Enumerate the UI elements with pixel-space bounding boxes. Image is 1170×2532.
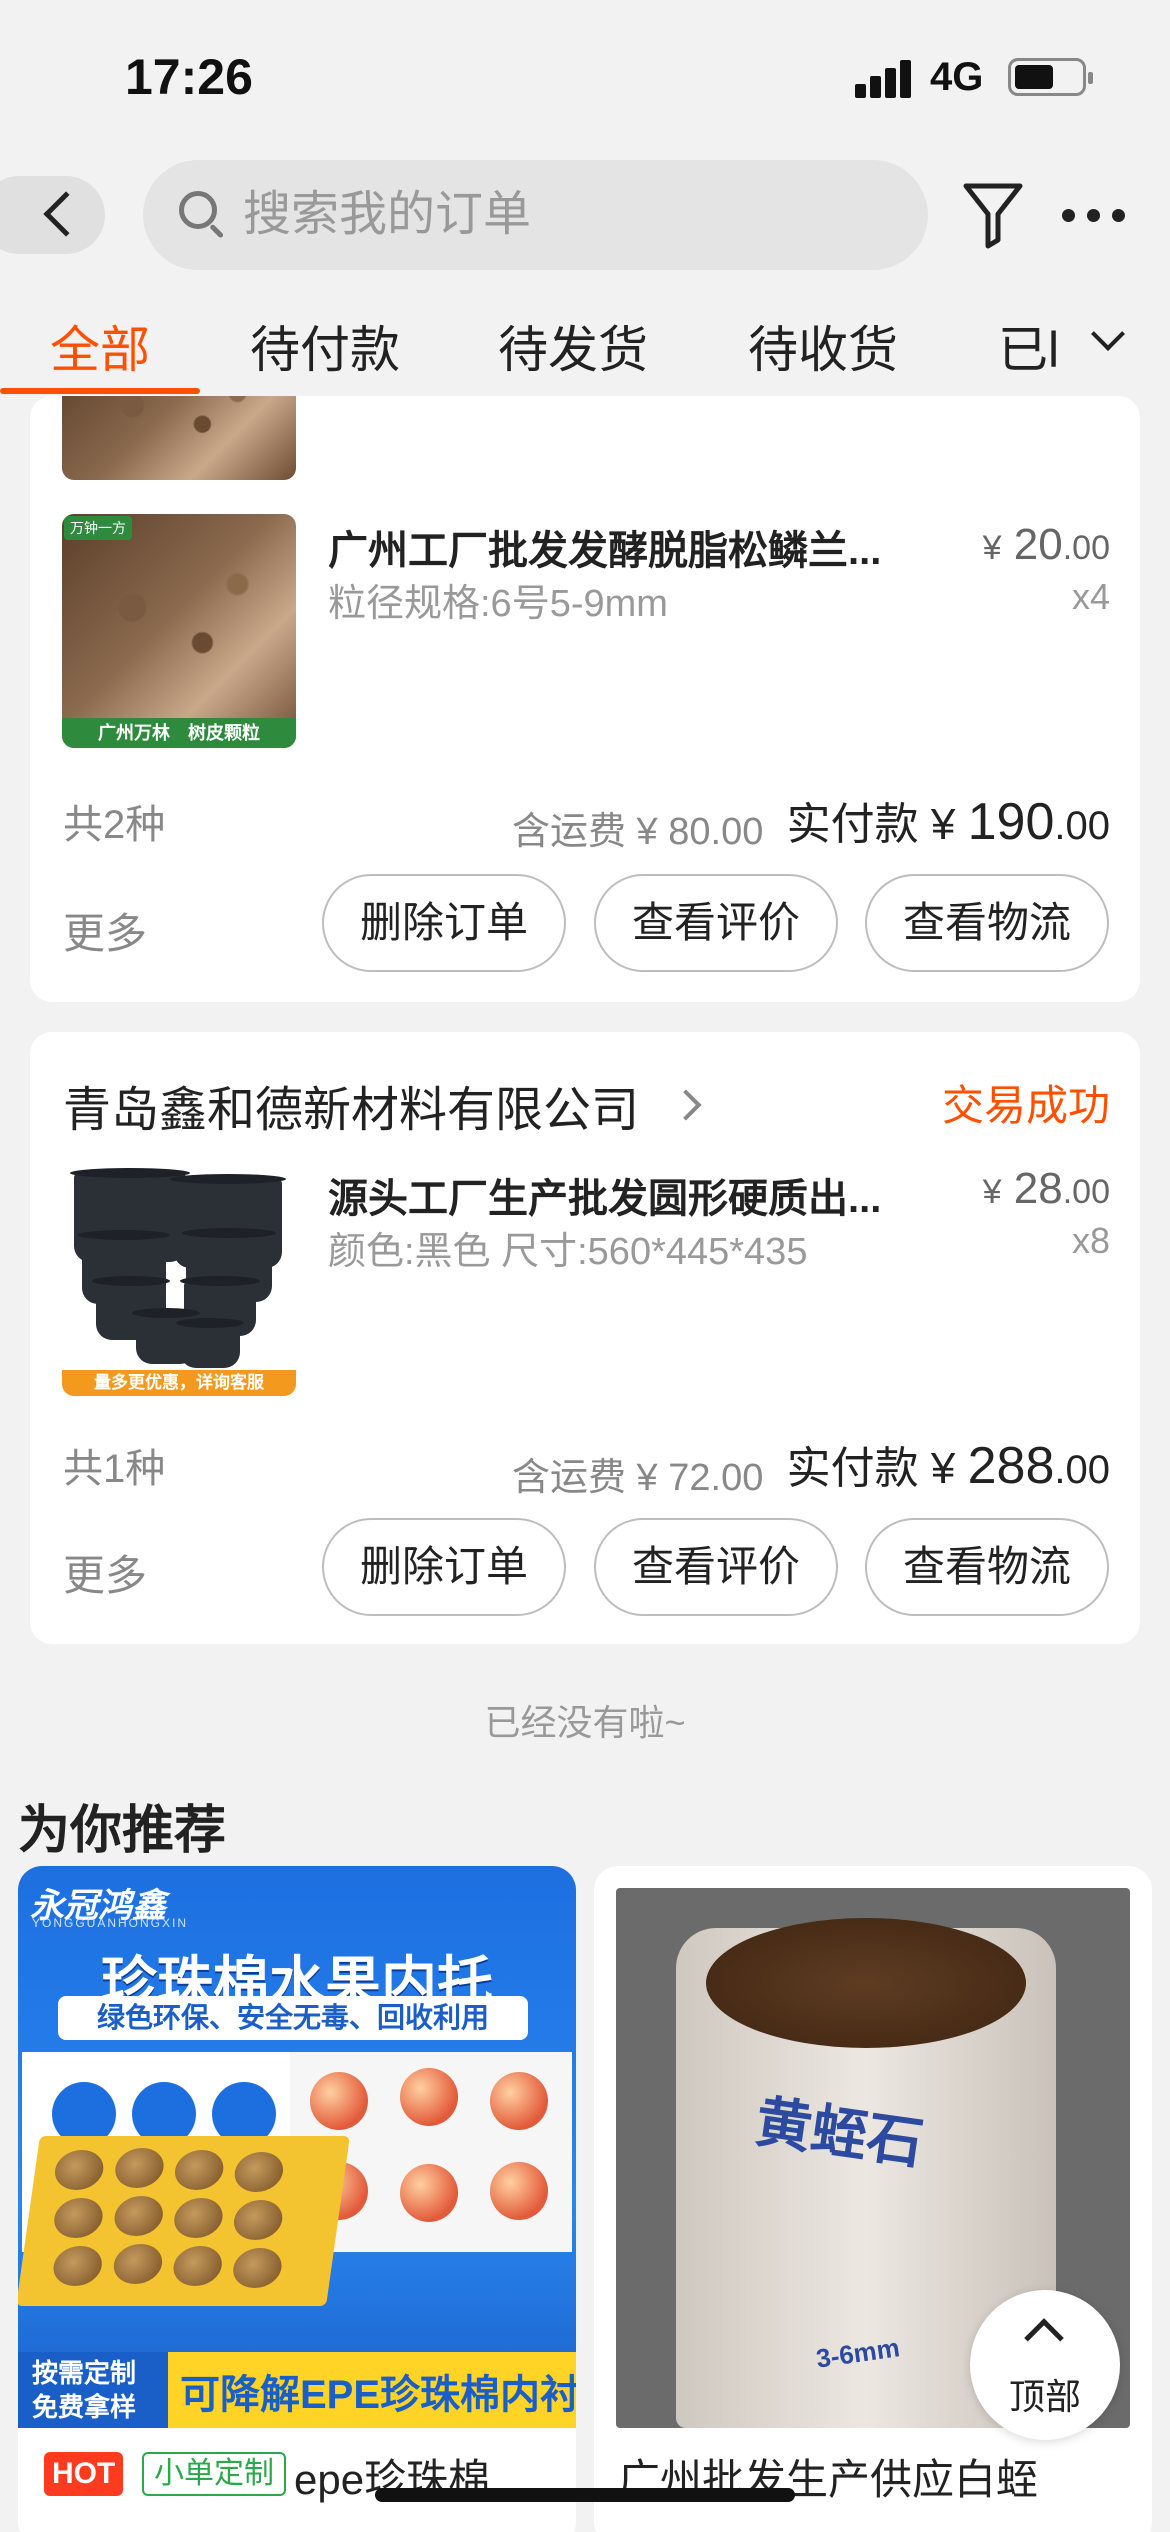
more-link[interactable]: 更多 [63,900,147,961]
view-logistics-button[interactable]: 查看物流 [865,1518,1109,1616]
tab-indicator [0,388,200,394]
tab-pending-shipment[interactable]: 待发货 [498,310,648,382]
search-input[interactable] [243,184,883,244]
delete-order-button[interactable]: 删除订单 [322,874,566,972]
paid-amount: 实付款 ¥ 288.00 [786,1437,1110,1495]
product-price: ¥ 28.00 [982,1164,1110,1213]
chevron-up-icon [1024,2318,1064,2358]
product-image[interactable]: 量多更优惠，详询客服 [62,1162,296,1396]
product-quantity: x4 [1071,576,1110,617]
home-indicator[interactable] [375,2488,795,2502]
product-image[interactable]: 万钟一方 广州万林 树皮颗粒 [62,514,296,748]
tab-pending-payment[interactable]: 待付款 [250,310,400,382]
search-bar[interactable] [143,160,928,270]
more-link[interactable]: 更多 [63,1542,147,1603]
status-time: 17:26 [125,49,253,105]
signal-icon [855,58,915,98]
custom-badge: 小单定制 [142,2452,286,2496]
paid-amount: 实付款 ¥ 190.00 [786,793,1110,851]
product-spec: 粒径规格:6号5-9mm [328,583,668,625]
product-title[interactable]: 广州工厂批发发酵脱脂松鳞兰... [328,518,908,576]
view-review-button[interactable]: 查看评价 [594,1518,838,1616]
order-tabs: 全部 待付款 待发货 待收货 已l [0,300,1170,396]
recommend-title: 为你推荐 [18,1802,227,1860]
product-quantity: x8 [1071,1220,1110,1261]
view-logistics-button[interactable]: 查看物流 [865,874,1109,972]
delete-order-button[interactable]: 删除订单 [322,1518,566,1616]
order-card: 青岛鑫和德新材料有限公司 交易成功 量多更优惠，详询客服 源头工厂生产批发圆形硬… [30,1032,1140,1644]
end-of-list-text: 已经没有啦~ [484,1702,686,1743]
back-button[interactable] [0,176,105,254]
product-image[interactable] [62,396,296,480]
shipping-fee: 含运费 ¥ 72.00 [512,1457,764,1499]
shipping-fee: 含运费 ¥ 80.00 [512,811,764,853]
view-review-button[interactable]: 查看评价 [594,874,838,972]
order-card: 万钟一方 广州万林 树皮颗粒 广州工厂批发发酵脱脂松鳞兰... 粒径规格:6号5… [30,396,1140,1002]
item-kinds-count: 共2种 [63,803,166,847]
product-price: ¥ 20.00 [982,520,1110,569]
more-options-icon[interactable] [1062,205,1128,225]
tab-all[interactable]: 全部 [50,310,150,382]
recommend-card[interactable]: 永冠鸿鑫 YONGGUANHONGXIN 珍珠棉水果内托 绿色环保、安全无毒、回… [18,1866,576,2532]
chevron-left-icon [43,191,89,237]
tab-pending-receipt[interactable]: 待收货 [748,310,898,382]
battery-icon [1008,58,1093,96]
network-type: 4G [930,55,984,99]
shop-name[interactable]: 青岛鑫和德新材料有限公司 [63,1070,639,1140]
search-icon [179,191,225,239]
tab-completed[interactable]: 已l [998,310,1059,382]
status-bar: 17:26 4G [0,0,1170,150]
product-spec: 颜色:黑色 尺寸:560*445*435 [328,1231,808,1273]
hot-badge: HOT [44,2452,124,2496]
product-image[interactable]: 永冠鸿鑫 YONGGUANHONGXIN 珍珠棉水果内托 绿色环保、安全无毒、回… [18,1866,576,2428]
item-kinds-count: 共1种 [63,1447,166,1491]
chevron-right-icon[interactable] [670,1089,702,1121]
filter-icon[interactable] [962,180,1024,250]
back-to-top-button[interactable]: 顶部 [970,2290,1120,2440]
product-title[interactable]: 源头工厂生产批发圆形硬质出... [328,1166,908,1224]
order-status: 交易成功 [941,1082,1110,1129]
